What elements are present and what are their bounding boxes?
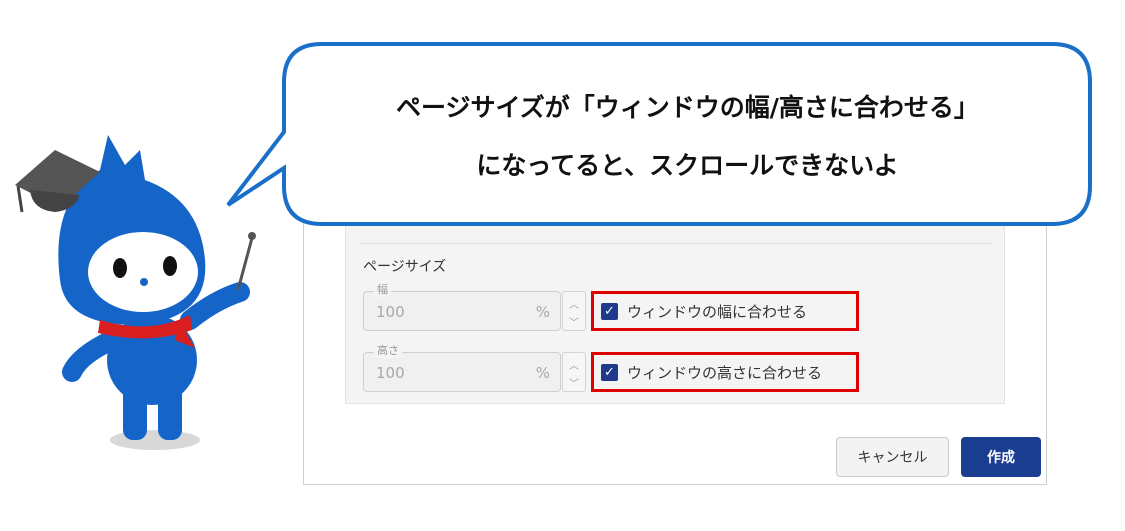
pointer-stick-icon	[236, 232, 256, 291]
bubble-text-line2: になってると、スクロールできないよ	[476, 151, 899, 180]
speech-bubble	[226, 42, 1092, 226]
bubble-text-line1: ページサイズが「ウィンドウの幅/高さに合わせる」	[396, 93, 979, 122]
illustration-layer	[15, 42, 1092, 450]
